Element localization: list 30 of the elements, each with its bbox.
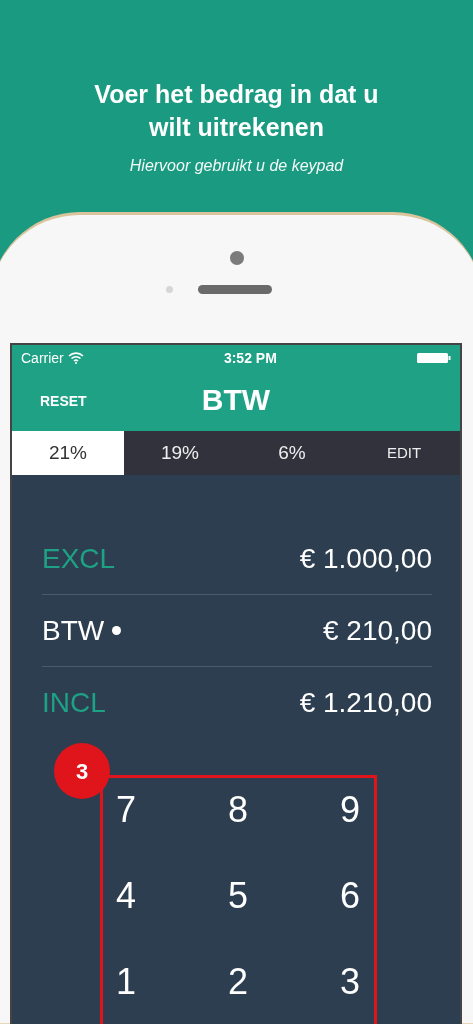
amount-label: EXCL (42, 541, 116, 576)
amount-value: € 1.210,00 (299, 686, 432, 720)
screen-title: BTW (201, 382, 271, 418)
callout-badge: 3 (54, 743, 110, 799)
sensor-icon (166, 286, 173, 293)
keypad-key[interactable]: 3 (294, 939, 406, 1024)
keypad-key[interactable]: 2 (182, 939, 294, 1024)
subtitle: Hiervoor gebruikt u de keypad (128, 156, 345, 176)
speaker-icon (198, 285, 272, 294)
wifi-icon (67, 352, 84, 364)
status-time: 3:52 PM (223, 348, 277, 368)
selected-dot-icon (112, 626, 122, 635)
amount-label: BTW (42, 613, 105, 648)
camera-icon (229, 251, 244, 265)
keypad-key[interactable]: 1 (70, 939, 182, 1024)
battery-icon (417, 352, 451, 364)
keypad-key[interactable]: 4 (70, 853, 182, 939)
rate-tab[interactable]: 19% (124, 431, 236, 475)
keypad-key[interactable]: 8 (182, 767, 294, 853)
rate-tab[interactable]: 6% (236, 431, 348, 475)
keypad-key[interactable]: 9 (294, 767, 406, 853)
keypad-key[interactable]: 5 (182, 853, 294, 939)
amount-label: INCL (42, 686, 106, 720)
amount-value: € 210,00 (323, 613, 432, 648)
keypad-key[interactable]: 6 (294, 853, 406, 939)
carrier-label: Carrier (21, 348, 64, 368)
rate-tab[interactable]: EDIT (348, 431, 460, 475)
amount-value: € 1.000,00 (299, 541, 432, 576)
rate-tab[interactable]: 21% (12, 431, 124, 475)
headline: Voer het bedrag in dat u wilt uitrekenen (93, 79, 380, 143)
